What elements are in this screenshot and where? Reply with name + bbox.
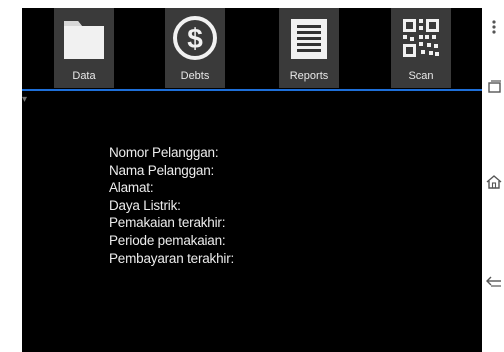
overflow-menu-icon[interactable]	[485, 18, 503, 36]
qr-code-icon	[399, 15, 443, 66]
alamat-label: Alamat:	[109, 180, 154, 196]
nama-pelanggan-label: Nama Pelanggan:	[109, 162, 215, 178]
tab-data-label: Data	[72, 70, 96, 82]
folder-icon	[62, 15, 106, 66]
tab-data[interactable]: Data	[54, 8, 114, 88]
report-document-icon	[287, 15, 331, 66]
corner-tick-icon: ▾	[22, 94, 28, 105]
tab-reports[interactable]: Reports	[279, 8, 339, 88]
customer-info-list: Nomor Pelanggan: Nama Pelanggan: Alamat:…	[109, 144, 234, 267]
home-icon[interactable]	[485, 173, 503, 191]
svg-text:$: $	[187, 23, 203, 54]
nomor-pelanggan-label: Nomor Pelanggan:	[109, 145, 219, 160]
dollar-coin-icon: $	[172, 15, 218, 66]
back-icon[interactable]	[485, 272, 503, 290]
top-toolbar: Data $ Debts Reports Scan	[22, 8, 482, 90]
tab-reports-label: Reports	[289, 70, 329, 82]
tab-scan-label: Scan	[408, 70, 434, 82]
tab-debts-label: Debts	[180, 70, 210, 82]
pembayaran-terakhir-label: Pembayaran terakhir:	[109, 250, 235, 266]
pemakaian-terakhir-label: Pemakaian terakhir:	[109, 215, 226, 231]
tab-scan[interactable]: Scan	[391, 8, 451, 88]
daya-listrik-label: Daya Listrik:	[109, 197, 181, 213]
recent-apps-icon[interactable]	[485, 78, 503, 96]
tab-debts[interactable]: $ Debts	[165, 8, 225, 88]
tab-underline-divider	[22, 89, 482, 91]
periode-pemakaian-label: Periode pemakaian:	[109, 232, 226, 248]
system-nav-bar	[482, 0, 504, 352]
app-screen: Data $ Debts Reports Scan ▾ Nomor Pelang…	[22, 8, 482, 352]
